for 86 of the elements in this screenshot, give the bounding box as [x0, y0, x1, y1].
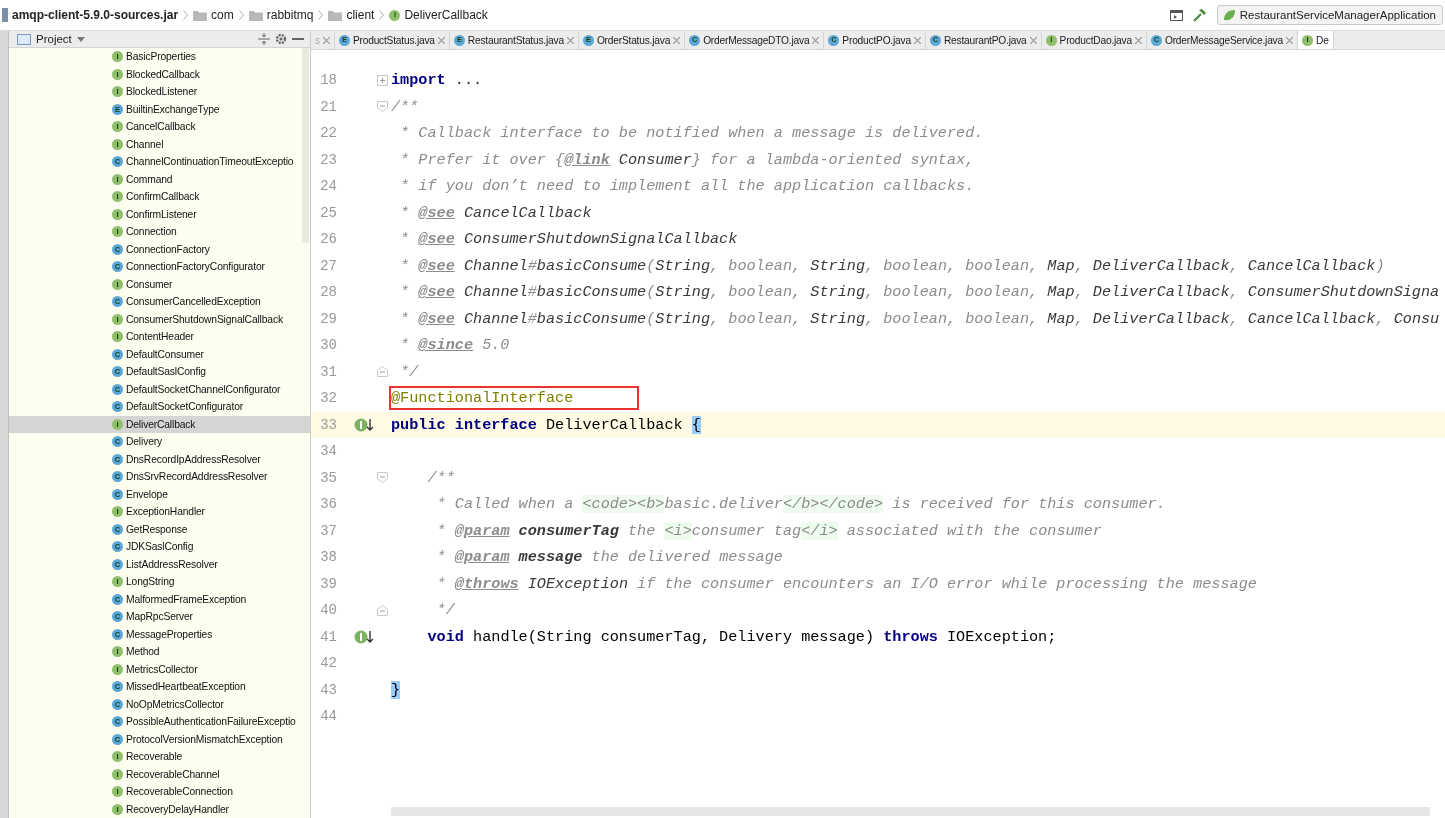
dropdown-icon[interactable] — [76, 36, 85, 42]
code-line: * if you don’t need to implement all the application callbacks. — [399, 176, 975, 197]
line-number: 26 — [319, 231, 337, 248]
code-line: * @see Channel#basicConsume(String, boolean, String, boolean, boolean, Map, DeliverCallback, CancelCallback, Consu — [399, 308, 1440, 329]
line-number: 28 — [319, 284, 337, 301]
close-icon[interactable] — [1029, 36, 1037, 44]
code-line: /** — [391, 96, 419, 117]
code-line: * @throws IOException if the consumer encounters an I/O error while processing the message — [435, 573, 1257, 594]
code-line: * Callback interface to be notified when a message is delivered. — [399, 123, 984, 144]
implemented-marker-icon[interactable] — [354, 628, 374, 645]
collapse-icon[interactable] — [258, 33, 270, 45]
code-line: * @param consumerTag the <i>consumer tag</i> associated with the consumer — [435, 520, 1102, 541]
panel-title[interactable]: Project — [36, 33, 72, 45]
implemented-marker-icon[interactable] — [354, 416, 374, 433]
code-line: * @see Channel#basicConsume(String, boolean, String, boolean, boolean, Map, DeliverCallback, ConsumerShutdownSigna — [399, 282, 1440, 303]
line-number: 18 — [319, 72, 337, 89]
leaf-icon — [1221, 8, 1236, 22]
breadcrumb-item[interactable]: rabbitmq — [266, 8, 314, 22]
jar-icon — [2, 8, 8, 22]
close-icon[interactable] — [322, 36, 330, 44]
chevron-icon — [183, 10, 189, 20]
line-number: 36 — [319, 496, 337, 513]
fold-icon[interactable] — [377, 472, 388, 484]
close-icon[interactable] — [673, 36, 681, 44]
line-number: 21 — [319, 98, 337, 115]
line-number: 29 — [319, 310, 337, 327]
close-icon[interactable] — [1134, 36, 1142, 44]
code-line: */ — [435, 600, 455, 621]
hammer-icon[interactable] — [1192, 8, 1207, 22]
line-number: 44 — [319, 708, 337, 725]
scrollbar[interactable] — [302, 48, 309, 243]
line-number: 33 — [319, 416, 337, 433]
folder-icon — [328, 9, 343, 21]
breadcrumb-item[interactable]: com — [211, 8, 234, 22]
folder-icon — [248, 9, 263, 21]
line-number: 40 — [319, 602, 337, 619]
breadcrumb-item[interactable]: amqp-client-5.9.0-sources.jar — [12, 8, 179, 22]
line-number: 43 — [319, 681, 337, 698]
run-configuration-dropdown[interactable]: RestaurantServiceManagerApplication — [1216, 5, 1443, 25]
code-line: */ — [399, 361, 419, 382]
line-number: 24 — [319, 178, 337, 195]
settings-icon[interactable] — [275, 33, 287, 45]
code-line: * @since 5.0 — [399, 335, 510, 356]
breadcrumb-item[interactable]: client — [346, 8, 375, 22]
fold-icon[interactable] — [377, 366, 388, 378]
line-number: 38 — [319, 549, 337, 566]
fold-icon[interactable] — [377, 604, 388, 616]
code-line: * @see CancelCallback — [399, 202, 592, 223]
chevron-icon — [379, 10, 385, 20]
line-number: 23 — [319, 151, 337, 168]
code-line: * Called when a <code><b>basic.deliver</b></code> is received for this consumer. — [435, 494, 1166, 515]
code-line: /** — [426, 467, 455, 488]
line-number: 34 — [319, 443, 337, 460]
close-icon[interactable] — [812, 36, 820, 44]
close-icon[interactable] — [913, 36, 921, 44]
window-icon[interactable] — [1169, 9, 1183, 21]
breadcrumb-item[interactable]: DeliverCallback — [404, 8, 488, 22]
line-number: 27 — [319, 257, 337, 274]
line-number: 22 — [319, 125, 337, 142]
close-icon[interactable] — [437, 36, 445, 44]
line-number: 41 — [319, 628, 337, 645]
line-number: 39 — [319, 575, 337, 592]
line-number: 32 — [319, 390, 337, 407]
code-line: @FunctionalInterface — [391, 388, 638, 409]
line-number: 30 — [319, 337, 337, 354]
close-icon[interactable] — [566, 36, 574, 44]
code-line: * @param message the delivered message — [435, 547, 783, 568]
folder-icon — [193, 9, 208, 21]
folder-icon — [17, 33, 31, 45]
line-number: 42 — [319, 655, 337, 672]
close-icon[interactable] — [1286, 36, 1293, 44]
code-line: void handle(String consumerTag, Delivery message) throws IOException; — [426, 626, 1057, 647]
code-line: public interface DeliverCallback { — [391, 414, 701, 435]
expand-fold-icon[interactable] — [377, 74, 388, 86]
line-number: 25 — [319, 204, 337, 221]
line-number: 37 — [319, 522, 337, 539]
scrollbar[interactable] — [391, 807, 1430, 816]
chevron-icon — [238, 10, 244, 20]
code-line: * @see Channel#basicConsume(String, boolean, String, boolean, boolean, Map, DeliverCallback, CancelCallback) — [399, 255, 1385, 276]
code-line: * Prefer it over {@link Consumer} for a lambda-oriented syntax, — [399, 149, 975, 170]
code-line: import ... — [391, 70, 483, 91]
chevron-icon — [318, 10, 324, 20]
line-number: 31 — [319, 363, 337, 380]
fold-icon[interactable] — [377, 101, 388, 113]
line-number: 35 — [319, 469, 337, 486]
code-line: * @see ConsumerShutdownSignalCallback — [399, 229, 738, 250]
